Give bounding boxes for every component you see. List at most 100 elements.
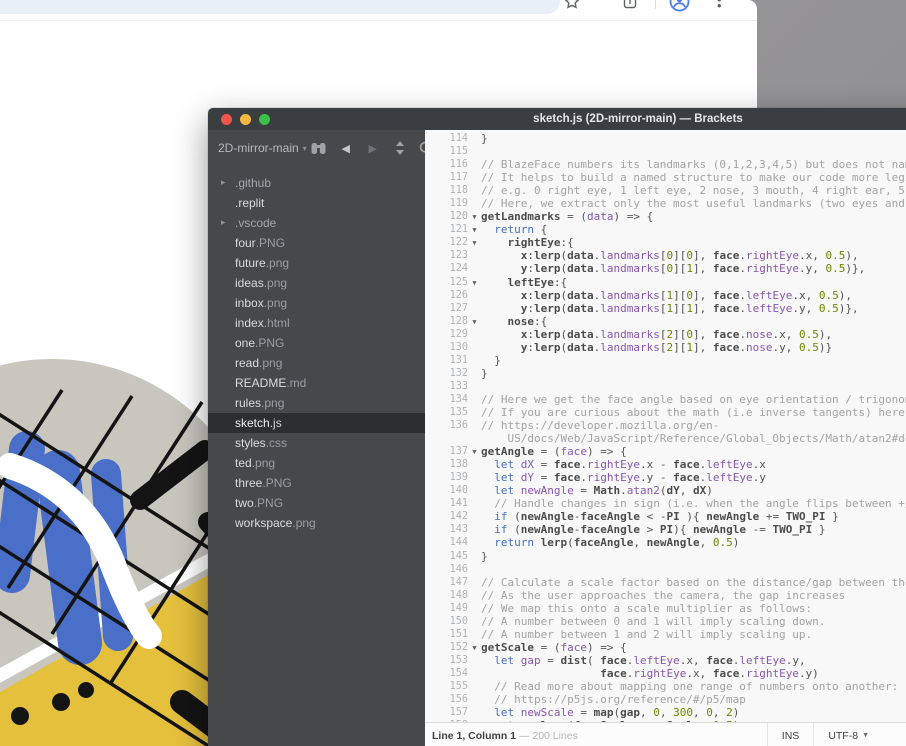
code-line[interactable]: 146 [425, 563, 906, 576]
file-tree-item[interactable]: inbox.png [208, 293, 425, 313]
code-line[interactable]: 124 y:lerp(data.landmarks[0][1], face.ri… [425, 262, 906, 275]
code-line[interactable]: 132} [425, 367, 906, 380]
code-line[interactable]: 114} [425, 132, 906, 145]
line-number: 139 [425, 471, 468, 484]
code-line[interactable]: 138 let dX = face.rightEye.x - face.left… [425, 458, 906, 471]
code-line[interactable]: 157 let newScale = map(gap, 0, 300, 0, 2… [425, 706, 906, 719]
fold-arrow-icon[interactable]: ▼ [468, 315, 481, 328]
code-line[interactable]: 151// A number between 1 and 2 will impl… [425, 628, 906, 641]
file-tree-item[interactable]: four.PNG [208, 233, 425, 253]
code-line[interactable]: 135// If you are curious about the math … [425, 406, 906, 419]
folder-disclosure-icon[interactable]: ▸ [221, 177, 226, 188]
code-line[interactable]: 121▼ return { [425, 223, 906, 236]
menu-dots-icon[interactable]: ••• [717, 0, 722, 9]
code-line[interactable]: 131 } [425, 354, 906, 367]
window-title: sketch.js (2D-mirror-main) — Brackets [533, 113, 743, 125]
fold-arrow-icon[interactable]: ▼ [468, 276, 481, 289]
address-bar[interactable] [0, 0, 560, 14]
code-line[interactable]: 145} [425, 550, 906, 563]
file-tree-item[interactable]: workspace.png [208, 513, 425, 533]
line-number: 148 [425, 589, 468, 602]
file-tree-item[interactable]: read.png [208, 353, 425, 373]
code-line[interactable]: 118 // e.g. 0 right eye, 1 left eye, 2 no… [425, 184, 906, 197]
fold-gutter [468, 171, 481, 184]
code-line[interactable]: 133 [425, 380, 906, 393]
line-number: 122 [425, 236, 468, 249]
file-tree-item[interactable]: styles.css [208, 433, 425, 453]
code-text: // e.g. 0 right eye, 1 left eye, 2 nose,… [481, 184, 906, 197]
close-button[interactable] [221, 114, 232, 125]
code-line[interactable]: 150// A number between 0 and 1 will impl… [425, 615, 906, 628]
code-line[interactable]: 155 // Read more about mapping one range… [425, 680, 906, 693]
profile-avatar-icon[interactable] [669, 0, 690, 12]
code-line[interactable]: 142 if (newAngle-faceAngle < -PI ){ newA… [425, 510, 906, 523]
bookmark-star-icon[interactable] [563, 0, 581, 11]
code-line[interactable]: 144 return lerp(faceAngle, newAngle, 0.5… [425, 536, 906, 549]
file-tree-item[interactable]: two.PNG [208, 493, 425, 513]
file-tree-item[interactable]: three.PNG [208, 473, 425, 493]
window-titlebar[interactable]: sketch.js (2D-mirror-main) — Brackets [208, 108, 906, 130]
file-tree-item[interactable]: one.PNG [208, 333, 425, 353]
overwrite-mode-toggle[interactable]: INS [767, 723, 814, 746]
code-line[interactable]: 123 x:lerp(data.landmarks[0][0], face.ri… [425, 249, 906, 262]
code-line[interactable]: 137▼getAngle = (face) => { [425, 445, 906, 458]
code-line[interactable]: 152▼getScale = (face) => { [425, 641, 906, 654]
line-number: 140 [425, 484, 468, 497]
code-line[interactable]: 139 let dY = face.rightEye.y - face.left… [425, 471, 906, 484]
file-tree-item[interactable]: future.png [208, 253, 425, 273]
code-line[interactable]: 125▼ leftEye:{ [425, 276, 906, 289]
fold-gutter [468, 262, 481, 275]
file-tree-folder[interactable]: ▸.vscode [208, 213, 425, 233]
code-line[interactable]: 143 if (newAngle-faceAngle > PI){ newAng… [425, 523, 906, 536]
code-line[interactable]: 130 y:lerp(data.landmarks[2][1], face.no… [425, 341, 906, 354]
file-tree-item[interactable]: .replit [208, 193, 425, 213]
binoculars-icon[interactable] [311, 141, 327, 156]
code-line[interactable]: 120▼getLandmarks = (data) => { [425, 210, 906, 223]
fold-arrow-icon[interactable]: ▼ [468, 445, 481, 458]
fold-arrow-icon[interactable]: ▼ [468, 210, 481, 223]
line-number: 118 [425, 184, 468, 197]
code-line[interactable]: 119// Here, we extract only the most use… [425, 197, 906, 210]
file-tree-item[interactable]: README.md [208, 373, 425, 393]
code-line[interactable]: 149// We map this onto a scale multiplie… [425, 602, 906, 615]
code-editor[interactable]: 114}115116// BlazeFace numbers its landm… [425, 130, 906, 722]
code-line[interactable]: 115 [425, 145, 906, 158]
code-line[interactable]: US/docs/Web/JavaScript/Reference/Global_… [425, 432, 906, 445]
code-line[interactable]: 126 x:lerp(data.landmarks[1][0], face.le… [425, 289, 906, 302]
fold-gutter [468, 289, 481, 302]
code-line[interactable]: 136// https://developer.mozilla.org/en- [425, 419, 906, 432]
file-tree-item[interactable]: sketch.js [208, 413, 425, 433]
code-line[interactable]: 122▼ rightEye:{ [425, 236, 906, 249]
folder-disclosure-icon[interactable]: ▸ [221, 217, 226, 228]
code-line[interactable]: 134// Here we get the face angle based o… [425, 393, 906, 406]
code-line[interactable]: 147// Calculate a scale factor based on … [425, 576, 906, 589]
code-line[interactable]: 148 // As the user approaches the camera,… [425, 589, 906, 602]
split-view-icon[interactable] [392, 141, 408, 156]
zoom-button[interactable] [259, 114, 270, 125]
fold-arrow-icon[interactable]: ▼ [468, 641, 481, 654]
code-line[interactable]: 116// BlazeFace numbers its landmarks (0… [425, 158, 906, 171]
code-line[interactable]: 129 x:lerp(data.landmarks[2][0], face.no… [425, 328, 906, 341]
code-line[interactable]: 128▼ nose:{ [425, 315, 906, 328]
file-tree-item[interactable]: rules.png [208, 393, 425, 413]
code-line[interactable]: 117// It helps to build a named structur… [425, 171, 906, 184]
minimize-button[interactable] [240, 114, 251, 125]
code-line[interactable]: 154 face.rightEye.x, face.rightEye.y) [425, 667, 906, 680]
code-line[interactable]: 127 y:lerp(data.landmarks[1][1], face.le… [425, 302, 906, 315]
fold-arrow-icon[interactable]: ▼ [468, 223, 481, 236]
forward-arrow-icon[interactable]: ▶ [365, 141, 381, 156]
share-icon[interactable] [622, 0, 638, 10]
file-tree-item[interactable]: ideas.png [208, 273, 425, 293]
project-dropdown[interactable]: 2D-mirror-main [218, 141, 299, 155]
file-tree-folder[interactable]: ▸.github [208, 173, 425, 193]
code-line[interactable]: 153 let gap = dist( face.leftEye.x, face… [425, 654, 906, 667]
back-arrow-icon[interactable]: ◀ [338, 141, 354, 156]
code-line[interactable]: 156 // https://p5js.org/reference/#/p5/m… [425, 693, 906, 706]
encoding-selector[interactable]: UTF-8 ▼ [813, 723, 883, 746]
code-line[interactable]: 141 // Handle changes in sign (i.e. when… [425, 497, 906, 510]
file-tree-item[interactable]: ted.png [208, 453, 425, 473]
code-line[interactable]: 140 let newAngle = Math.atan2(dY, dX) [425, 484, 906, 497]
fold-arrow-icon[interactable]: ▼ [468, 236, 481, 249]
code-text: // As the user approaches the camera, th… [481, 589, 845, 602]
file-tree-item[interactable]: index.html [208, 313, 425, 333]
